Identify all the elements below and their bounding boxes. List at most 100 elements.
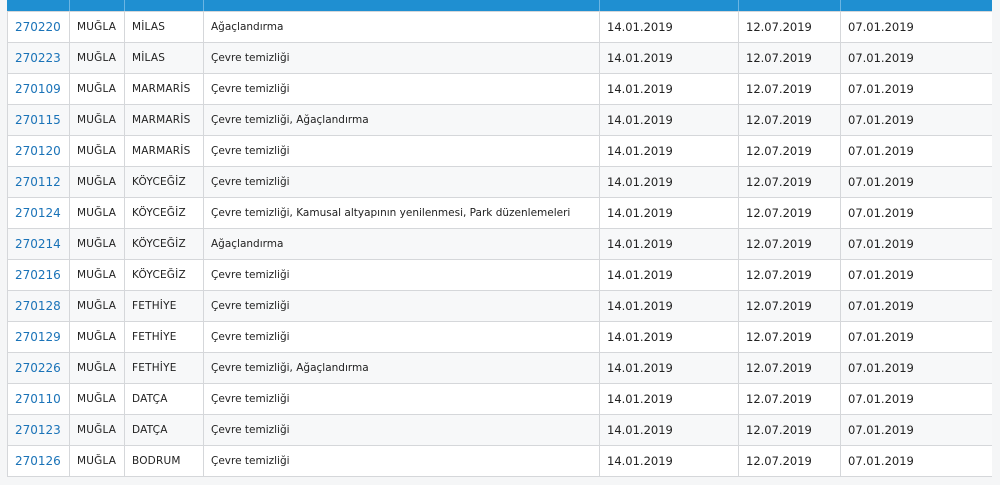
date-cell: 14.01.2019 — [599, 383, 739, 415]
table-body: 270220 MUĞLA MİLAS Ağaçlandırma 14.01.2019 12… — [7, 11, 992, 477]
id-cell: 270124 — [7, 197, 70, 229]
table-row: 270112 MUĞLA KÖYCEĞİZ Çevre temizliği 14.01.… — [7, 166, 992, 198]
province-cell: MUĞLA — [69, 42, 125, 74]
date-cell: 12.07.2019 — [738, 166, 841, 198]
province-cell: MUĞLA — [69, 228, 125, 260]
table-row: 270223 MUĞLA MİLAS Çevre temizliği 14.01.201… — [7, 42, 992, 74]
work-type-cell: Çevre temizliği, Kamusal altyapının yeni… — [203, 197, 600, 229]
province-cell: MUĞLA — [69, 414, 125, 446]
id-cell: 270220 — [7, 11, 70, 43]
date-cell: 12.07.2019 — [738, 445, 841, 477]
record-id-link[interactable]: 270128 — [15, 299, 61, 313]
record-id-link[interactable]: 270115 — [15, 113, 61, 127]
date-cell: 07.01.2019 — [840, 73, 992, 105]
district-cell: KÖYCEĞİZ — [124, 228, 204, 260]
work-type-cell: Çevre temizliği, Ağaçlandırma — [203, 104, 600, 136]
work-type-cell: Çevre temizliği — [203, 414, 600, 446]
record-id-link[interactable]: 270120 — [15, 144, 61, 158]
header-divider — [738, 0, 739, 11]
work-type-cell: Çevre temizliği — [203, 321, 600, 353]
id-cell: 270128 — [7, 290, 70, 322]
date-cell: 12.07.2019 — [738, 383, 841, 415]
record-id-link[interactable]: 270110 — [15, 392, 61, 406]
date-cell: 07.01.2019 — [840, 166, 992, 198]
record-id-link[interactable]: 270214 — [15, 237, 61, 251]
table-row: 270109 MUĞLA MARMARİS Çevre temizliği 14.01.… — [7, 73, 992, 105]
record-id-link[interactable]: 270226 — [15, 361, 61, 375]
date-cell: 12.07.2019 — [738, 11, 841, 43]
table-row: 270129 MUĞLA FETHİYE Çevre temizliği 14.01.2… — [7, 321, 992, 353]
table-row: 270110 MUĞLA DATÇA Çevre temizliği 14.01.201… — [7, 383, 992, 415]
district-cell: MİLAS — [124, 11, 204, 43]
table-row: 270220 MUĞLA MİLAS Ağaçlandırma 14.01.2019 12… — [7, 11, 992, 43]
id-cell: 270110 — [7, 383, 70, 415]
work-type-cell: Ağaçlandırma — [203, 228, 600, 260]
date-cell: 07.01.2019 — [840, 414, 992, 446]
date-cell: 14.01.2019 — [599, 290, 739, 322]
district-cell: MARMARİS — [124, 135, 204, 167]
date-cell: 12.07.2019 — [738, 73, 841, 105]
record-id-link[interactable]: 270220 — [15, 20, 61, 34]
id-cell: 270226 — [7, 352, 70, 384]
district-cell: KÖYCEĞİZ — [124, 166, 204, 198]
date-cell: 12.07.2019 — [738, 135, 841, 167]
date-cell: 12.07.2019 — [738, 290, 841, 322]
work-type-cell: Çevre temizliği — [203, 290, 600, 322]
table-row: 270226 MUĞLA FETHİYE Çevre temizliği, Ağaçl… — [7, 352, 992, 384]
district-cell: MARMARİS — [124, 73, 204, 105]
district-cell: BODRUM — [124, 445, 204, 477]
record-id-link[interactable]: 270124 — [15, 206, 61, 220]
date-cell: 14.01.2019 — [599, 135, 739, 167]
date-cell: 07.01.2019 — [840, 11, 992, 43]
record-id-link[interactable]: 270216 — [15, 268, 61, 282]
id-cell: 270112 — [7, 166, 70, 198]
work-type-cell: Çevre temizliği — [203, 259, 600, 291]
date-cell: 07.01.2019 — [840, 104, 992, 136]
date-cell: 14.01.2019 — [599, 73, 739, 105]
work-type-cell: Çevre temizliği — [203, 383, 600, 415]
record-id-link[interactable]: 270112 — [15, 175, 61, 189]
record-id-link[interactable]: 270109 — [15, 82, 61, 96]
district-cell: FETHİYE — [124, 321, 204, 353]
record-id-link[interactable]: 270123 — [15, 423, 61, 437]
province-cell: MUĞLA — [69, 259, 125, 291]
date-cell: 12.07.2019 — [738, 321, 841, 353]
header-divider — [69, 0, 70, 11]
table-row: 270124 MUĞLA KÖYCEĞİZ Çevre temizliği, Kamu… — [7, 197, 992, 229]
work-type-cell: Ağaçlandırma — [203, 11, 600, 43]
record-id-link[interactable]: 270223 — [15, 51, 61, 65]
district-cell: KÖYCEĞİZ — [124, 197, 204, 229]
table-row: 270126 MUĞLA BODRUM Çevre temizliği 14.01.20… — [7, 445, 992, 477]
province-cell: MUĞLA — [69, 104, 125, 136]
province-cell: MUĞLA — [69, 290, 125, 322]
province-cell: MUĞLA — [69, 166, 125, 198]
record-id-link[interactable]: 270126 — [15, 454, 61, 468]
district-cell: FETHİYE — [124, 290, 204, 322]
work-type-cell: Çevre temizliği — [203, 42, 600, 74]
date-cell: 14.01.2019 — [599, 228, 739, 260]
date-cell: 14.01.2019 — [599, 104, 739, 136]
table-row: 270216 MUĞLA KÖYCEĞİZ Çevre temizliği 14.01.… — [7, 259, 992, 291]
work-type-cell: Çevre temizliği — [203, 135, 600, 167]
district-cell: FETHİYE — [124, 352, 204, 384]
id-cell: 270126 — [7, 445, 70, 477]
work-type-cell: Çevre temizliği — [203, 166, 600, 198]
province-cell: MUĞLA — [69, 197, 125, 229]
date-cell: 12.07.2019 — [738, 414, 841, 446]
table-header — [7, 0, 992, 11]
date-cell: 07.01.2019 — [840, 352, 992, 384]
date-cell: 14.01.2019 — [599, 321, 739, 353]
district-cell: DATÇA — [124, 383, 204, 415]
date-cell: 14.01.2019 — [599, 259, 739, 291]
header-divider — [599, 0, 600, 11]
district-cell: DATÇA — [124, 414, 204, 446]
id-cell: 270120 — [7, 135, 70, 167]
date-cell: 07.01.2019 — [840, 228, 992, 260]
date-cell: 12.07.2019 — [738, 259, 841, 291]
work-type-cell: Çevre temizliği, Ağaçlandırma — [203, 352, 600, 384]
province-cell: MUĞLA — [69, 445, 125, 477]
id-cell: 270123 — [7, 414, 70, 446]
header-divider — [840, 0, 841, 11]
id-cell: 270214 — [7, 228, 70, 260]
record-id-link[interactable]: 270129 — [15, 330, 61, 344]
